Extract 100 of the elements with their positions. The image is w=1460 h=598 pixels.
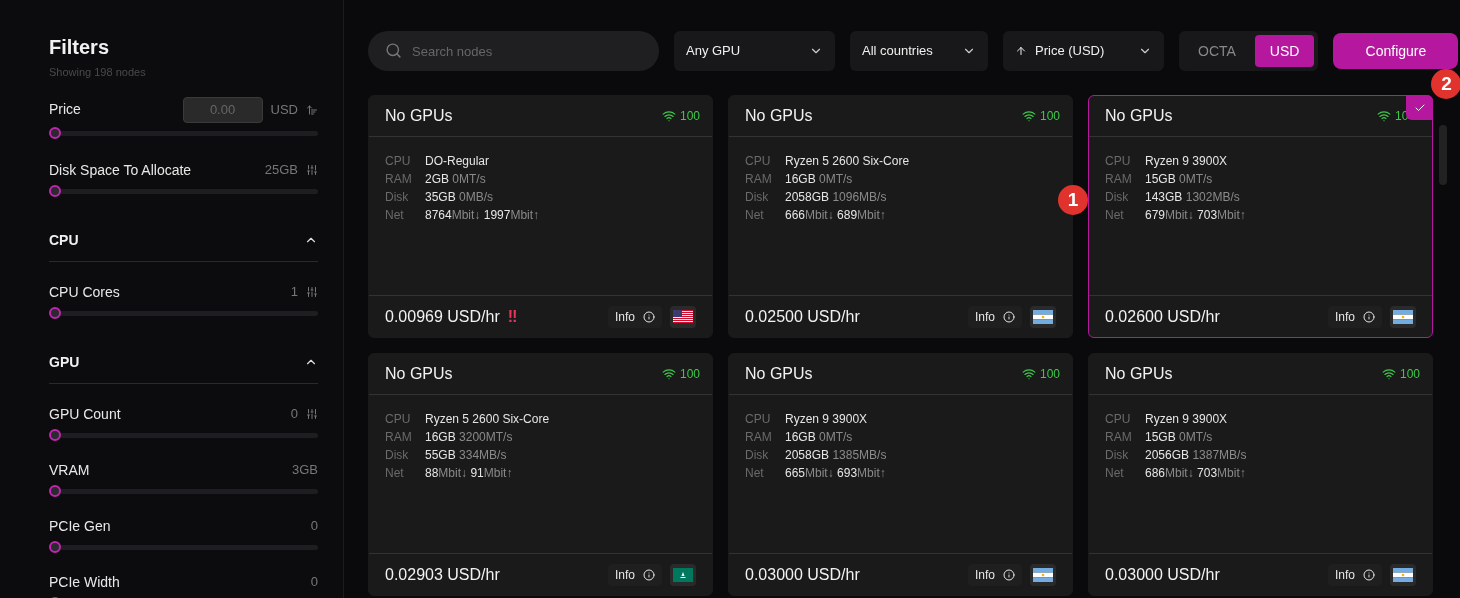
signal-value: 100 (679, 108, 700, 125)
slider-thumb[interactable] (49, 127, 61, 139)
slider-thumb[interactable] (49, 541, 61, 553)
node-price: 0.00969 USD/hr (385, 306, 500, 327)
spec-label: RAM (745, 429, 773, 446)
scrollbar[interactable] (1439, 125, 1447, 185)
filter-dropdown[interactable]: All countries (850, 31, 988, 71)
info-button[interactable]: Info (968, 305, 1022, 328)
spec-value: 2GB 0MT/s (425, 171, 486, 188)
spec-value: Ryzen 9 3900X (1145, 153, 1228, 170)
slider-thumb[interactable] (49, 429, 61, 441)
warning-mark: ‼ (507, 306, 518, 327)
spec-label: RAM (745, 171, 773, 188)
spec-label: CPU (745, 411, 772, 428)
filter-dropdown[interactable]: Any GPU (674, 31, 835, 71)
search-field[interactable]: Search nodes (368, 31, 659, 71)
filter-label: PCIe Width (49, 572, 120, 592)
node-count: Showing 198 nodes (49, 65, 147, 80)
info-icon (643, 568, 655, 581)
info-button[interactable]: Info (1328, 305, 1382, 328)
spec-value: Ryzen 9 3900X (1145, 411, 1228, 428)
wifi-icon (1381, 367, 1396, 381)
currency-option[interactable]: OCTA (1183, 35, 1251, 67)
sort-icon[interactable] (306, 103, 318, 116)
spec-label: Disk (385, 189, 410, 206)
unit-label: USD (270, 100, 298, 119)
filter-value: 1 (290, 283, 298, 302)
info-icon (1003, 568, 1015, 581)
spec-value: 665Mbit↓ 693Mbit↑ (785, 465, 886, 482)
spec-value: DO-Regular (425, 153, 490, 170)
wifi-icon (1021, 109, 1036, 123)
info-button[interactable]: Info (608, 305, 662, 328)
currency-option[interactable]: USD (1254, 35, 1315, 67)
spec-value: Ryzen 5 2600 Six-Core (425, 411, 550, 428)
sliders-icon[interactable] (306, 408, 318, 420)
spec-value: 679Mbit↓ 703Mbit↑ (1145, 207, 1246, 224)
spec-label: Disk (745, 189, 770, 206)
spec-value: 666Mbit↓ 689Mbit↑ (785, 207, 886, 224)
filter-label: Price (49, 100, 81, 119)
wifi-icon (1377, 109, 1391, 123)
section-header[interactable]: CPU (49, 203, 318, 262)
annotation-marker: 2 (1431, 69, 1460, 99)
info-icon (1003, 310, 1015, 323)
node-card[interactable]: No GPUs 100 CPU DO-Regular RAM 2GB 0MT/s Disk 35GB 0MB/s Net 8764Mbit↓ 1997Mbit↑ 0.00969 USD/hr ‼ Info (368, 95, 713, 338)
spec-label: Net (745, 207, 765, 224)
spec-label: Disk (385, 447, 410, 464)
filter-value: 25GB (264, 161, 298, 180)
node-card[interactable]: No GPUs 100 CPU Ryzen 5 2600 Six-Core RAM 16GB 3200MT/s Disk 55GB 334MB/s Net 88Mbit↓ 91Mbit↑ 0.02903 USD/hr Info (368, 353, 713, 596)
node-price: 0.02903 USD/hr (385, 564, 500, 585)
info-button[interactable]: Info (1328, 563, 1382, 586)
spec-label: Net (385, 465, 405, 482)
price-input[interactable]: 0.00 (182, 96, 263, 123)
node-title: No GPUs (1105, 364, 1173, 384)
node-card[interactable]: No GPUs 100 CPU Ryzen 9 3900X RAM 15GB 0MT/s Disk 2056GB 1387MB/s Net 686Mbit↓ 703Mbit↑ 0.03000 USD/hr Info (1088, 353, 1433, 596)
spec-label: CPU (385, 153, 412, 170)
node-title: No GPUs (1105, 106, 1173, 126)
info-button[interactable]: Info (968, 563, 1022, 586)
filter-label: VRAM (49, 460, 90, 480)
filter-label: Disk Space To Allocate (49, 160, 192, 180)
filter-label: PCIe Gen (49, 516, 111, 536)
spec-value: 143GB 1302MB/s (1145, 189, 1240, 206)
node-title: No GPUs (385, 106, 453, 126)
spec-label: Net (385, 207, 405, 224)
spec-label: Disk (1105, 447, 1130, 464)
info-icon (1363, 310, 1375, 323)
spec-value: 16GB 3200MT/s (425, 429, 513, 446)
info-icon (643, 310, 655, 323)
node-title: No GPUs (745, 364, 813, 384)
spec-value: 2056GB 1387MB/s (1145, 447, 1247, 464)
spec-value: 686Mbit↓ 703Mbit↑ (1145, 465, 1246, 482)
filter-value: 0 (290, 405, 298, 424)
filter-value: 0 (310, 517, 318, 536)
spec-label: CPU (385, 411, 412, 428)
slider-thumb[interactable] (49, 185, 61, 197)
signal-value: 100 (1039, 366, 1060, 383)
signal-value: 100 (1399, 366, 1420, 383)
slider-thumb[interactable] (49, 307, 61, 319)
signal-value: 100 (1039, 108, 1060, 125)
spec-label: Disk (745, 447, 770, 464)
filter-dropdown[interactable]: Price (USD) (1003, 31, 1164, 71)
node-price: 0.03000 USD/hr (1105, 564, 1220, 585)
spec-value: 15GB 0MT/s (1145, 171, 1213, 188)
node-price: 0.03000 USD/hr (745, 564, 860, 585)
wifi-icon (661, 109, 676, 123)
node-card[interactable]: No GPUs 100 CPU Ryzen 9 3900X RAM 16GB 0MT/s Disk 2058GB 1385MB/s Net 665Mbit↓ 693Mbit↑ 0.03000 USD/hr Info (728, 353, 1073, 596)
section-header[interactable]: GPU (49, 325, 318, 384)
sliders-icon[interactable] (306, 286, 318, 298)
info-icon (1363, 568, 1375, 581)
spec-value: 55GB 334MB/s (425, 447, 507, 464)
search-icon (385, 42, 402, 59)
spec-label: Net (1105, 207, 1125, 224)
wifi-icon (1021, 367, 1036, 381)
info-button[interactable]: Info (608, 563, 662, 586)
configure-button[interactable]: Configure (1333, 33, 1459, 69)
sliders-icon[interactable] (306, 164, 318, 176)
spec-label: CPU (745, 153, 772, 170)
spec-label: Net (1105, 465, 1125, 482)
slider-thumb[interactable] (49, 485, 61, 497)
signal-value: 100 (679, 366, 700, 383)
node-price: 0.02500 USD/hr (745, 306, 860, 327)
